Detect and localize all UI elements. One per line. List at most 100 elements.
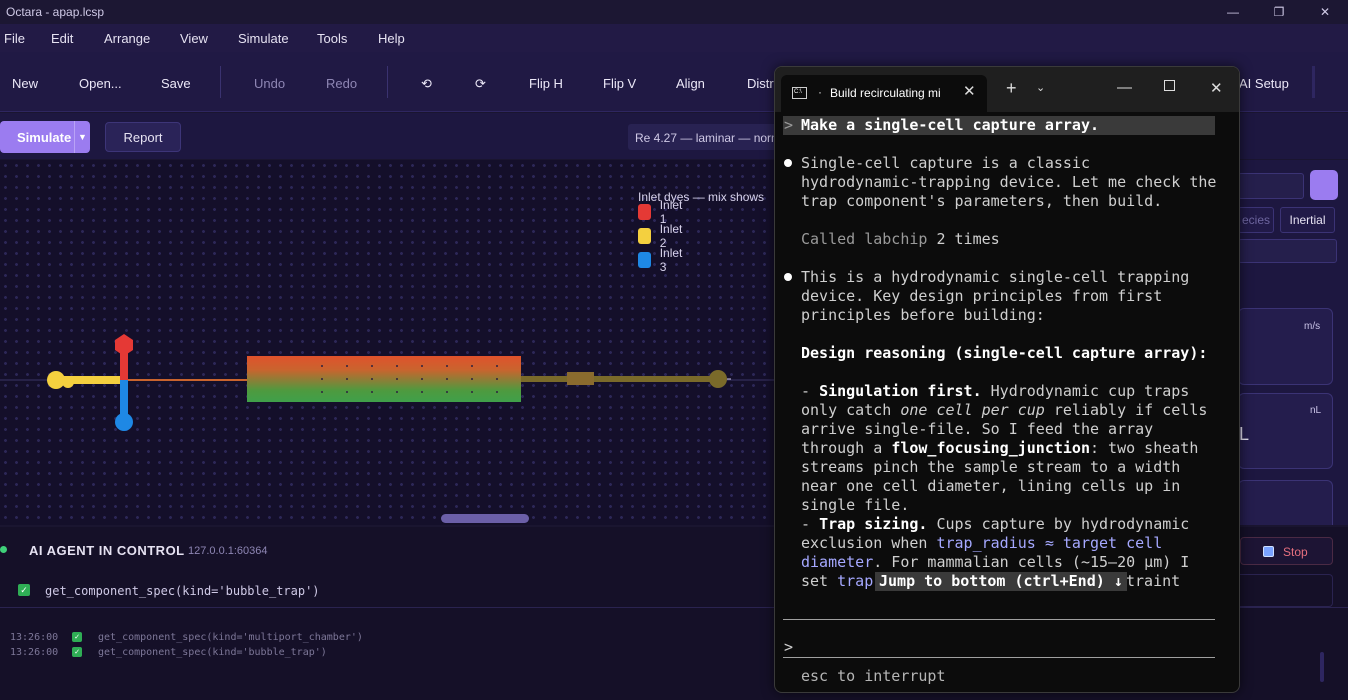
point-line: through a flow_focusing_junction: two sh…	[801, 439, 1198, 458]
menu-file[interactable]: File	[4, 31, 25, 46]
new-button[interactable]: New	[12, 76, 38, 91]
report-button[interactable]: Report	[105, 122, 181, 152]
menu-view[interactable]: View	[180, 31, 208, 46]
section-heading: Design reasoning (single-cell capture ar…	[801, 344, 1208, 362]
jump-to-bottom-button[interactable]: Jump to bottom (ctrl+End) ↓	[875, 572, 1127, 591]
point-code: trap_radius ≈ target cell	[936, 534, 1163, 552]
legend-swatch	[638, 228, 651, 244]
agent-label: AI AGENT IN CONTROL	[29, 543, 185, 558]
called-prefix: Called	[801, 230, 865, 248]
point-text: reliably if cells	[1044, 401, 1208, 419]
simulate-button[interactable]: Simulate ▼	[0, 121, 90, 153]
legend-label: Inlet 3	[659, 246, 683, 274]
menu-help[interactable]: Help	[378, 31, 405, 46]
tool-call-frame	[1238, 574, 1333, 607]
check-icon: ✓	[18, 584, 30, 596]
point-text: Hydrodynamic cup traps	[981, 382, 1190, 400]
inlet-2-port[interactable]	[47, 371, 65, 389]
undo-button[interactable]: Undo	[254, 76, 285, 91]
point-line: arrive single-file. So I feed the array	[801, 420, 1154, 438]
canvas-scrollbar[interactable]	[441, 514, 529, 523]
input-prompt: >	[784, 638, 794, 656]
property-field[interactable]	[1238, 239, 1337, 263]
align-button[interactable]: Align	[676, 76, 705, 91]
outlet-channel	[521, 376, 718, 382]
minimize-icon[interactable]: —	[1117, 79, 1132, 96]
tab-close-icon[interactable]: ✕	[963, 82, 976, 100]
species-tab[interactable]: ecies	[1238, 207, 1274, 233]
point-text: . For mammalian cells (~15–20 μm) I	[873, 553, 1190, 571]
close-icon[interactable]: ✕	[1210, 79, 1223, 97]
maximize-icon[interactable]	[1164, 80, 1175, 91]
legend-swatch	[638, 204, 651, 220]
terminal-tab-bar: C:\ · Build recirculating mi ✕ + ⌄ — ✕	[775, 67, 1239, 112]
point-line: streams pinch the sample stream to a wid…	[801, 458, 1181, 476]
volume-value: L	[1239, 424, 1250, 444]
distribute-button[interactable]: Distri	[747, 76, 777, 91]
minimize-icon[interactable]: —	[1210, 0, 1256, 24]
rotate-ccw-button[interactable]: ⟲	[421, 76, 432, 92]
terminal-tab[interactable]: C:\ · Build recirculating mi ✕	[781, 75, 987, 112]
legend-swatch	[638, 252, 651, 268]
menu-simulate[interactable]: Simulate	[238, 31, 289, 46]
point-code: diameter	[801, 553, 874, 571]
outlet-port[interactable]	[709, 370, 727, 388]
point-text: exclusion when	[801, 534, 937, 552]
point-line: near one cell diameter, lining cells up …	[801, 477, 1181, 495]
open-button[interactable]: Open...	[79, 76, 122, 91]
chevron-down-icon[interactable]: ⌄	[1036, 81, 1045, 94]
point-title: Trap sizing.	[819, 515, 928, 533]
property-input[interactable]	[1238, 173, 1304, 199]
log-scrollbar[interactable]	[1320, 652, 1324, 682]
interrupt-hint: esc to interrupt	[801, 667, 946, 685]
chevron-down-icon[interactable]: ▼	[74, 121, 90, 153]
volume-unit: nL	[1310, 405, 1322, 416]
message-bullet	[784, 159, 792, 167]
bubble-trap[interactable]	[567, 372, 594, 385]
inlet-1-port[interactable]	[115, 334, 133, 356]
flip-h-button[interactable]: Flip H	[529, 76, 563, 91]
new-tab-icon[interactable]: +	[1006, 78, 1017, 99]
terminal-body[interactable]: > Make a single-cell capture array. Sing…	[775, 112, 1239, 692]
apply-button[interactable]	[1310, 170, 1338, 200]
toolbar-divider	[387, 66, 388, 98]
simulate-label: Simulate	[17, 130, 72, 145]
flip-v-button[interactable]: Flip V	[603, 76, 636, 91]
toolbar-divider	[1312, 66, 1315, 98]
log-time: 13:26:00	[10, 632, 59, 643]
message-bullet	[784, 273, 792, 281]
agent-address: 127.0.0.1:60364	[188, 545, 268, 557]
menu-arrange[interactable]: Arrange	[104, 31, 150, 46]
stop-button[interactable]: Stop	[1240, 537, 1333, 565]
redo-button[interactable]: Redo	[326, 76, 357, 91]
legend-item: Inlet 3	[638, 246, 686, 274]
status-readout: Re 4.27 — laminar — norm	[628, 124, 778, 150]
close-icon[interactable]: ✕	[1302, 0, 1348, 24]
ai-setup-button[interactable]: AI Setup	[1239, 76, 1289, 91]
menu-edit[interactable]: Edit	[51, 31, 73, 46]
point-line: exclusion when trap_radius ≈ target cell	[801, 534, 1162, 553]
rotate-cw-button[interactable]: ⟳	[475, 76, 486, 92]
point-line: diameter. For mammalian cells (~15–20 μm…	[801, 553, 1189, 572]
terminal-tab-title: Build recirculating mi	[830, 86, 941, 100]
inertial-tab[interactable]: Inertial	[1280, 207, 1335, 233]
message-line: trap component's parameters, then build.	[801, 192, 1163, 210]
point-emphasis: one cell per cup	[900, 401, 1045, 419]
mixing-chamber[interactable]	[247, 356, 521, 402]
point-text: set	[801, 572, 838, 590]
save-button[interactable]: Save	[161, 76, 191, 91]
agent-header: AI AGENT IN CONTROL 127.0.0.1:60364	[0, 538, 800, 564]
point-code: flow_focusing_junction	[891, 439, 1090, 457]
message-line: principles before building:	[801, 306, 1045, 324]
terminal-window: C:\ · Build recirculating mi ✕ + ⌄ — ✕ >…	[774, 66, 1240, 693]
point-line: single file.	[801, 496, 910, 514]
check-icon: ✓	[72, 647, 82, 657]
terminal-input[interactable]	[801, 636, 1206, 658]
log-text: get_component_spec(kind='bubble_trap')	[98, 647, 327, 658]
restore-icon[interactable]: ❐	[1256, 0, 1302, 24]
message-line: Single-cell capture is a classic	[801, 154, 1090, 172]
menu-tools[interactable]: Tools	[317, 31, 347, 46]
prompt-marker: >	[784, 116, 794, 134]
point-code: trap	[837, 572, 874, 590]
inlet-3-port[interactable]	[115, 413, 133, 431]
